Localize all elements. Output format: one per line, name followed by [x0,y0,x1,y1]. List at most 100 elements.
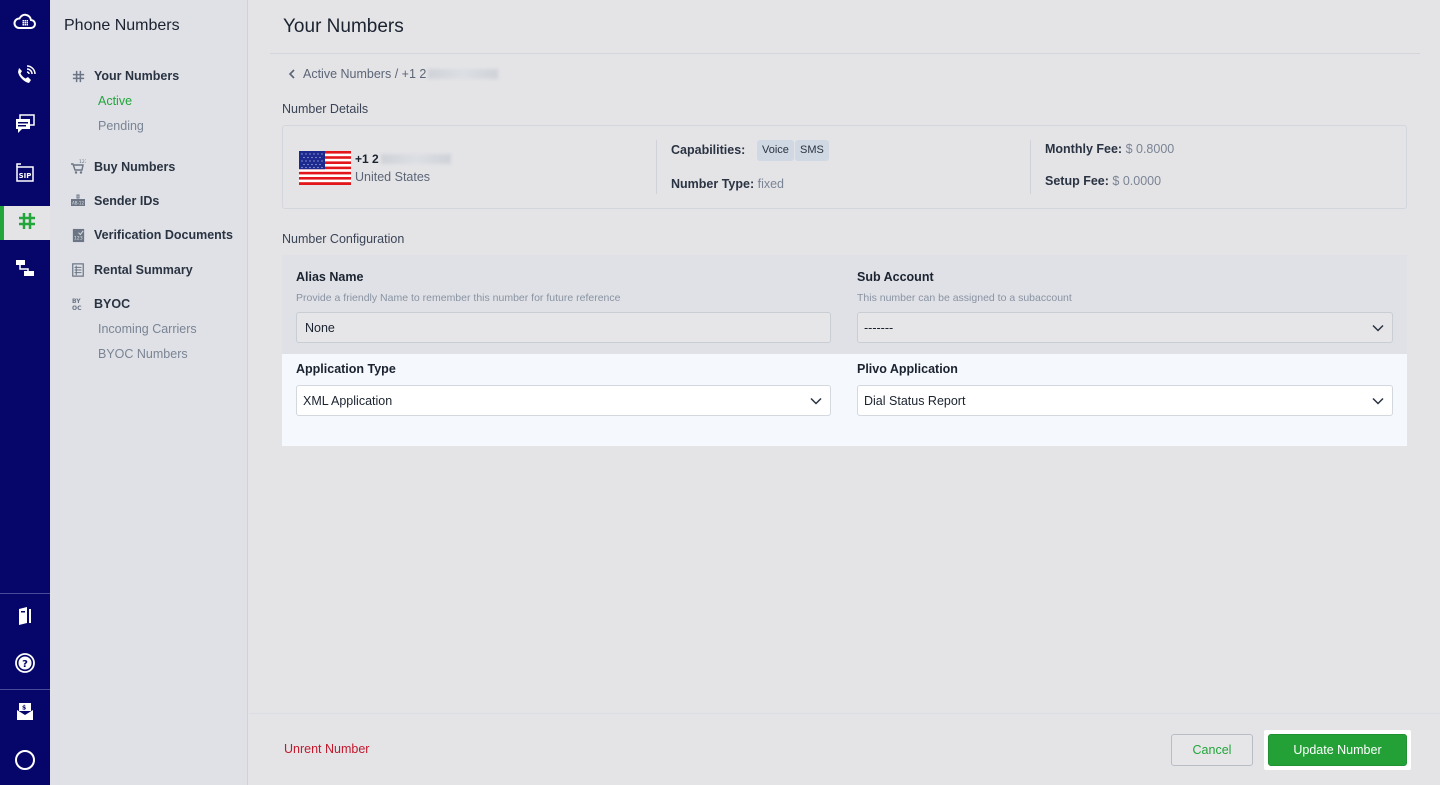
rail-divider [0,689,50,690]
billing-icon: $ [13,700,37,729]
sidebar-subitem-byoc-numbers[interactable]: BYOC Numbers [98,347,188,361]
documentation-icon [13,604,37,633]
capability-chip-voice: Voice [757,140,794,161]
sub-account-label: Sub Account [857,270,934,284]
plivo-application-label: Plivo Application [857,362,958,376]
sip-icon: SIP [13,161,37,190]
svg-text:$: $ [22,704,26,711]
chevron-down-icon [1372,397,1384,405]
alias-name-input[interactable]: None [296,312,831,343]
sub-account-select[interactable]: ------- [857,312,1393,343]
sidebar-subitem-incoming-carriers[interactable]: Incoming Carriers [98,322,197,336]
title-divider [270,53,1420,54]
rail-home[interactable] [0,7,50,41]
svg-text:AB-12: AB-12 [72,201,84,206]
sidebar-subitem-active[interactable]: Active [98,94,132,108]
breadcrumb-separator: / [391,67,402,81]
setup-fee-label: Setup Fee: [1045,174,1109,188]
column-divider [656,140,657,194]
rail-billing[interactable]: $ [0,697,50,731]
update-button-focus-ring: Update Number [1264,730,1411,770]
sidebar-title: Phone Numbers [64,17,180,34]
cancel-button[interactable]: Cancel [1171,734,1253,766]
sidebar-item-verification-documents[interactable]: 123 Verification Documents [70,227,233,243]
page-title: Your Numbers [283,16,404,37]
plivo-application-value: Dial Status Report [864,393,966,408]
sidebar-item-label: Sender IDs [94,194,160,208]
sidebar-item-sender-ids[interactable]: AB-12 Sender IDs [70,193,159,209]
rail-phone-numbers[interactable] [0,206,50,240]
document-icon: 123 [70,227,86,243]
secondary-sidebar: Phone Numbers Your Numbers Active Pendin… [50,0,248,785]
chevron-down-icon [810,397,822,405]
svg-text:SIP: SIP [19,172,32,180]
icon-rail: SIP ? $ [0,0,50,785]
chevron-left-icon[interactable] [287,68,297,80]
svg-text:123: 123 [79,159,86,165]
sidebar-item-rental-summary[interactable]: Rental Summary [70,262,193,278]
sidebar-subitem-pending[interactable]: Pending [98,119,144,133]
sidebar-item-byoc[interactable]: BY OC BYOC [70,296,130,312]
list-icon [70,262,86,278]
sub-account-value: ------- [864,320,894,335]
sidebar-item-label: Rental Summary [94,263,193,277]
alias-name-value: None [305,320,335,335]
application-type-label: Application Type [296,362,396,376]
sidebar-item-label: Verification Documents [94,228,233,242]
alias-name-help: Provide a friendly Name to remember this… [296,292,621,304]
rail-help[interactable]: ? [0,648,50,682]
svg-text:OC: OC [72,305,82,312]
config-panel-bottom: Application Type XML Application Plivo A… [282,354,1407,446]
setup-fee: Setup Fee: $ 0.0000 [1045,174,1161,188]
breadcrumb-parent[interactable]: Active Numbers [303,67,391,81]
update-number-button[interactable]: Update Number [1268,734,1407,766]
application-type-select[interactable]: XML Application [296,385,831,416]
number-type-label: Number Type: [671,177,755,191]
plivo-application-select[interactable]: Dial Status Report [857,385,1393,416]
sidebar-item-buy-numbers[interactable]: 123 Buy Numbers [70,159,175,175]
profile-icon [13,748,37,777]
capabilities-label: Capabilities: [671,143,746,157]
sidebar-item-your-numbers[interactable]: Your Numbers [70,68,179,84]
hash-icon [70,68,86,84]
cloud-grid-icon [13,10,37,39]
monthly-fee-label: Monthly Fee: [1045,142,1123,156]
config-panel-top: Alias Name Provide a friendly Name to re… [282,255,1407,354]
phone-number-prefix: +1 2 [355,152,379,166]
number-details-heading: Number Details [282,102,369,116]
rail-voice[interactable] [0,61,50,95]
action-footer: Unrent Number Cancel Update Number [249,713,1440,785]
us-flag-icon [299,151,351,185]
number-details-card: +1 2 United States Capabilities: Voice S… [282,125,1407,209]
number-type: Number Type: fixed [671,177,784,191]
alias-name-label: Alias Name [296,270,364,284]
phone-numbers-hash-icon [15,209,39,238]
rail-profile[interactable] [0,745,50,779]
column-divider [1030,140,1031,194]
sub-account-help: This number can be assigned to a subacco… [857,292,1072,304]
number-configuration-heading: Number Configuration [282,232,405,246]
rail-flows[interactable] [0,253,50,287]
sidebar-item-label: Buy Numbers [94,160,176,174]
phone-number: +1 2 [355,152,451,166]
chevron-down-icon [1372,324,1384,332]
svg-text:?: ? [22,659,28,670]
application-type-value: XML Application [303,393,393,408]
rail-docs[interactable] [0,601,50,635]
help-icon: ? [13,651,37,680]
capability-chip-sms: SMS [795,140,829,161]
country: United States [355,170,431,184]
monthly-fee-value: $ 0.8000 [1125,142,1175,156]
flow-diagram-icon [13,256,37,285]
main-content: Your Numbers Active Numbers / +1 2 Numbe… [249,0,1440,785]
unrent-number-link[interactable]: Unrent Number [284,742,369,756]
rail-sip[interactable]: SIP [0,158,50,192]
number-type-value: fixed [757,177,785,191]
messaging-icon [13,112,37,141]
monthly-fee: Monthly Fee: $ 0.8000 [1045,142,1174,156]
voice-call-icon [13,64,37,93]
rail-messaging[interactable] [0,109,50,143]
sidebar-item-label: BYOC [94,297,131,311]
sender-id-icon: AB-12 [70,193,86,209]
byoc-icon: BY OC [70,296,86,312]
